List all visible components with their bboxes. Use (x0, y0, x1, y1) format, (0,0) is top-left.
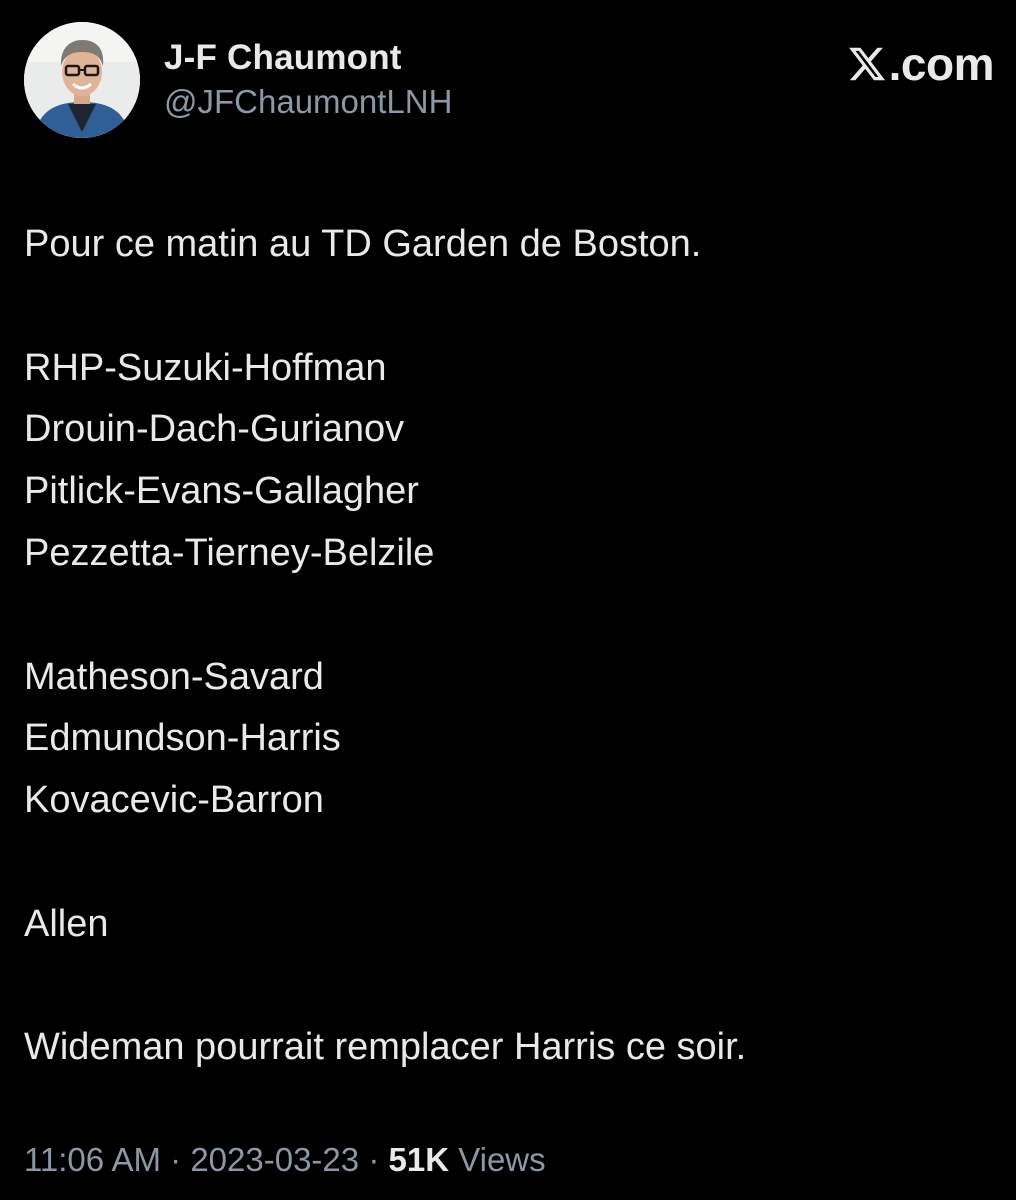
avatar[interactable] (24, 22, 140, 138)
profile-photo (24, 22, 140, 138)
tweet-date[interactable]: 2023-03-23 (190, 1141, 359, 1178)
meta-separator: · (368, 1141, 380, 1178)
views-label: Views (458, 1141, 546, 1178)
author-handle[interactable]: @JFChaumontLNH (164, 82, 452, 122)
site-domain: .com (888, 38, 995, 90)
tweet-meta: 11:06 AM · 2023-03-23 · 51K Views (24, 1136, 546, 1184)
tweet-line: Pitlick-Evans-Gallagher (24, 470, 419, 513)
tweet-line: Matheson-Savard (24, 655, 324, 698)
tweet-line: Allen (24, 902, 109, 945)
tweet-line: RHP-Suzuki-Hoffman (24, 346, 387, 389)
x-logo-icon (848, 47, 885, 81)
author-info: J-F Chaumont @JFChaumontLNH (164, 38, 452, 122)
tweet-line: Pezzetta-Tierney-Belzile (24, 531, 435, 574)
tweet-text: Pour ce matin au TD Garden de Boston. RH… (24, 214, 994, 1079)
tweet-line: Pour ce matin au TD Garden de Boston. (24, 223, 702, 265)
site-watermark: .com (847, 38, 995, 90)
author-display-name[interactable]: J-F Chaumont (164, 38, 452, 78)
views-count[interactable]: 51K (388, 1141, 449, 1178)
tweet-line: Kovacevic-Barron (24, 779, 324, 822)
tweet-time[interactable]: 11:06 AM (24, 1141, 161, 1178)
tweet-line: Wideman pourrait remplacer Harris ce soi… (24, 1026, 747, 1069)
tweet-line: Edmundson-Harris (24, 717, 341, 760)
tweet-header: J-F Chaumont @JFChaumontLNH .com (24, 22, 995, 142)
tweet-card: J-F Chaumont @JFChaumontLNH .com Pour ce… (0, 0, 1016, 1200)
tweet-line: Drouin-Dach-Gurianov (24, 408, 405, 451)
meta-separator: · (170, 1141, 182, 1178)
